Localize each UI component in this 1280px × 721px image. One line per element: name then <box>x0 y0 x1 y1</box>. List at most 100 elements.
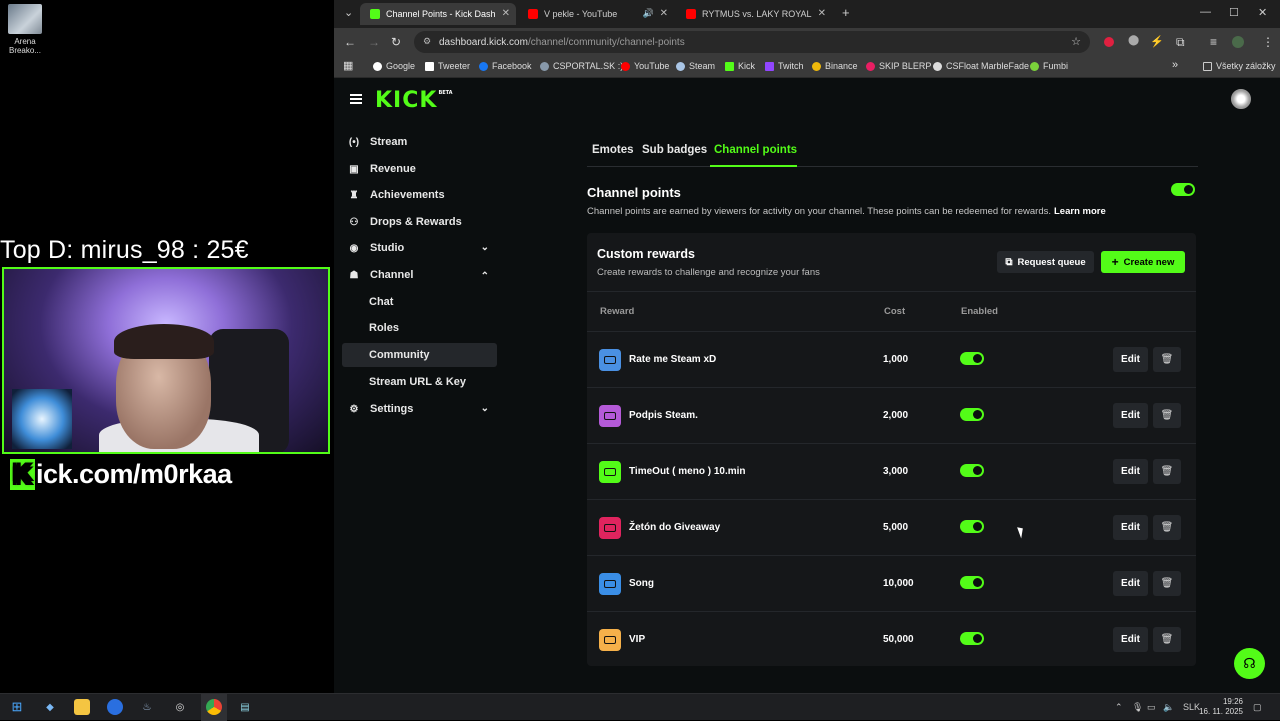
sidebar-item-revenue[interactable]: ▣ Revenue <box>342 157 497 181</box>
sidebar-item-studio[interactable]: ◉ Studio ⌄ <box>342 236 497 260</box>
new-tab-button[interactable]: + <box>842 5 850 20</box>
user-avatar[interactable] <box>1231 89 1251 109</box>
system-clock[interactable]: 19:26 16. 11. 2025 <box>1193 697 1243 717</box>
reward-enabled-toggle[interactable] <box>960 464 984 477</box>
reward-enabled-toggle[interactable] <box>960 520 984 533</box>
extension-icon-1[interactable] <box>1104 37 1114 47</box>
media-controls-icon[interactable]: ≡ <box>1210 35 1217 49</box>
bookmark-star-icon[interactable]: ☆ <box>1071 35 1081 48</box>
create-new-button[interactable]: + Create new <box>1101 251 1185 273</box>
minimize-button[interactable]: — <box>1200 6 1211 18</box>
hamburger-menu-icon[interactable] <box>350 94 362 104</box>
channel-points-toggle[interactable] <box>1171 183 1195 196</box>
forward-button[interactable]: → <box>368 35 380 49</box>
extension-icon-3[interactable]: ⚡ <box>1150 35 1164 48</box>
extension-icon-2[interactable]: ⬤ <box>1128 35 1139 46</box>
profile-icon[interactable] <box>1232 36 1244 48</box>
notepad-icon[interactable]: ▤ <box>237 699 253 715</box>
delete-reward-button[interactable]: 🗑 <box>1153 459 1181 484</box>
sidebar-subitem-community[interactable]: Community <box>342 343 497 367</box>
reload-button[interactable]: ↻ <box>391 35 401 49</box>
reward-enabled-toggle[interactable] <box>960 352 984 365</box>
sidebar-item-drops-rewards[interactable]: ⚇ Drops & Rewards <box>342 210 497 234</box>
more-bookmarks-icon[interactable]: » <box>1172 59 1178 71</box>
request-queue-button[interactable]: ⧉ Request queue <box>997 251 1094 273</box>
tab-emotes[interactable]: Emotes <box>592 144 634 156</box>
edit-reward-button[interactable]: Edit <box>1113 571 1148 596</box>
edit-reward-button[interactable]: Edit <box>1113 515 1148 540</box>
delete-reward-button[interactable]: 🗑 <box>1153 515 1181 540</box>
speaker-icon[interactable]: 🔊 <box>643 8 654 19</box>
bookmark-skip-blerp[interactable]: SKIP BLERP <box>866 61 931 71</box>
url-input[interactable]: ⚙ dashboard.kick.com/channel/community/c… <box>414 31 1090 53</box>
tab-sub-badges[interactable]: Sub badges <box>642 144 707 156</box>
bookmark-fumbi[interactable]: Fumbi <box>1030 61 1068 71</box>
edit-reward-button[interactable]: Edit <box>1113 627 1148 652</box>
reward-enabled-toggle[interactable] <box>960 632 984 645</box>
edit-reward-button[interactable]: Edit <box>1113 403 1148 428</box>
sidebar-item-channel[interactable]: ☗ Channel ⌃ <box>342 263 497 287</box>
sidebar-item-stream[interactable]: (•) Stream <box>342 130 497 154</box>
close-tab-icon[interactable]: ✕ <box>660 8 668 19</box>
steam-taskbar-icon[interactable]: ♨ <box>139 699 155 715</box>
volume-icon[interactable]: 🔈 <box>1163 702 1174 713</box>
file-explorer-icon[interactable] <box>74 699 90 715</box>
desktop-shortcut[interactable]: Arena Breako... <box>8 4 42 55</box>
network-icon[interactable]: ▭ <box>1147 702 1156 713</box>
back-button[interactable]: ← <box>344 35 356 49</box>
sidebar-subitem-stream-url-key[interactable]: Stream URL & Key <box>342 370 497 394</box>
bookmark-steam[interactable]: Steam <box>676 61 715 71</box>
edit-reward-button[interactable]: Edit <box>1113 347 1148 372</box>
learn-more-link[interactable]: Learn more <box>1054 206 1106 217</box>
site-info-icon[interactable]: ⚙ <box>423 36 431 47</box>
bookmark-twitch[interactable]: Twitch <box>765 61 804 71</box>
bookmark-google[interactable]: Google <box>373 61 415 71</box>
all-bookmarks-folder[interactable]: Všetky záložky <box>1203 61 1276 71</box>
microphone-icon[interactable]: 🎙 <box>1132 702 1143 713</box>
delete-reward-button[interactable]: 🗑 <box>1153 347 1181 372</box>
bookmark-csfloat[interactable]: CSFloat MarbleFade <box>933 61 1029 71</box>
tray-overflow-icon[interactable]: ⌃ <box>1115 702 1123 713</box>
close-window-button[interactable]: ✕ <box>1258 6 1267 19</box>
tab-search-icon[interactable]: ⌄ <box>344 6 353 19</box>
support-chat-button[interactable]: ☊ <box>1234 648 1265 679</box>
sidebar-subitem-chat[interactable]: Chat <box>342 290 497 314</box>
bookmark-facebook[interactable]: Facebook <box>479 61 532 71</box>
sidebar-item-settings[interactable]: ⚙ Settings ⌄ <box>342 397 497 421</box>
tabs-divider <box>587 166 1198 167</box>
bookmark-kick[interactable]: Kick <box>725 61 755 71</box>
chrome-icon[interactable] <box>206 699 222 715</box>
kick-logo[interactable]: KICKBETA <box>375 88 453 113</box>
tab-youtube-2[interactable]: RYTMUS vs. LAKY ROYAL na DE ✕ <box>676 3 832 25</box>
bookmark-csportal[interactable]: CSPORTAL.SK :) <box>540 61 623 71</box>
drops-icon: ⚇ <box>349 216 359 228</box>
notifications-icon[interactable]: ▢ <box>1253 702 1262 713</box>
reward-enabled-toggle[interactable] <box>960 576 984 589</box>
tab-channel-points[interactable]: Channel points <box>714 144 797 156</box>
browser-menu-icon[interactable]: ⋮ <box>1262 35 1274 49</box>
sidebar-subitem-roles[interactable]: Roles <box>342 316 497 340</box>
close-tab-icon[interactable]: ✕ <box>502 8 510 19</box>
close-tab-icon[interactable]: ✕ <box>818 8 826 19</box>
sidebar-item-achievements[interactable]: ♜ Achievements <box>342 183 497 207</box>
reward-enabled-toggle[interactable] <box>960 408 984 421</box>
table-row: Rate me Steam xD 1,000 Edit 🗑 <box>587 332 1196 388</box>
extensions-puzzle-icon[interactable]: ⧉ <box>1176 35 1185 50</box>
bookmark-binance[interactable]: Binance <box>812 61 858 71</box>
trash-icon: 🗑 <box>1160 634 1174 645</box>
delete-reward-button[interactable]: 🗑 <box>1153 627 1181 652</box>
tab-youtube-1[interactable]: V pekle - YouTube 🔊 ✕ <box>518 3 674 25</box>
windows-start-icon[interactable]: ⊞ <box>9 699 25 715</box>
apps-grid-icon[interactable]: ▦ <box>343 59 353 72</box>
bookmark-tweeter[interactable]: Tweeter <box>425 61 470 71</box>
taskbar-app-icon[interactable]: ◆ <box>42 699 58 715</box>
delete-reward-button[interactable]: 🗑 <box>1153 571 1181 596</box>
chrome-profile-icon[interactable] <box>107 699 123 715</box>
obs-icon[interactable]: ◎ <box>172 699 188 715</box>
tab-kick-dashboard[interactable]: Channel Points - Kick Dashboard ✕ <box>360 3 516 25</box>
edit-reward-button[interactable]: Edit <box>1113 459 1148 484</box>
maximize-button[interactable]: ☐ <box>1229 6 1239 19</box>
delete-reward-button[interactable]: 🗑 <box>1153 403 1181 428</box>
broadcast-icon: (•) <box>348 136 360 148</box>
bookmark-youtube[interactable]: YouTube <box>621 61 669 71</box>
